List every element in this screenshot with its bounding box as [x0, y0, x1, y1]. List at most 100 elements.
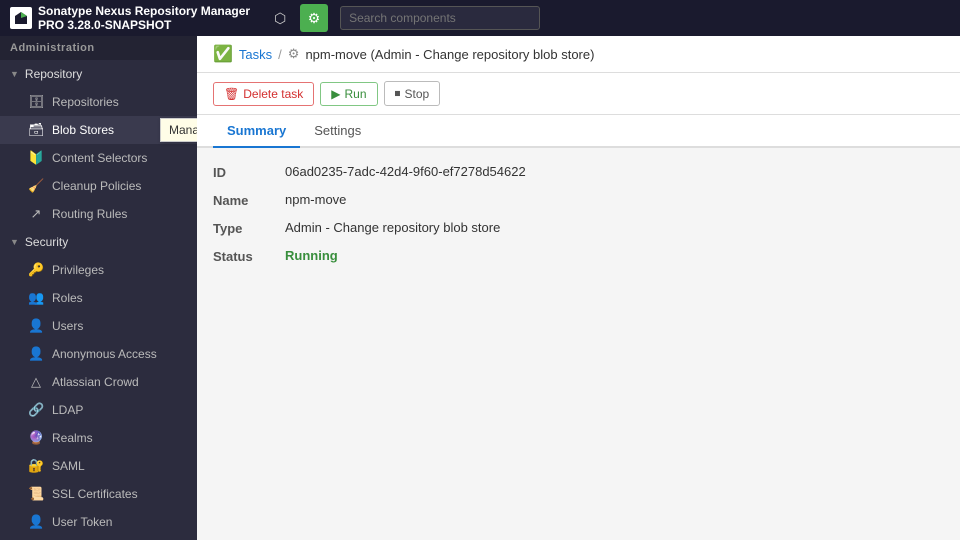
sidebar-item-label: Content Selectors [52, 151, 147, 165]
sidebar-item-blob-stores[interactable]: 🗃 Blob Stores Manage blob stores [0, 116, 197, 144]
sidebar: Administration ▼ Repository 🗄 Repositori… [0, 36, 197, 540]
id-label: ID [213, 164, 273, 180]
blob-stores-icon: 🗃 [28, 122, 44, 138]
run-label: Run [345, 87, 367, 101]
sidebar-item-label: Cleanup Policies [52, 179, 141, 193]
ssl-icon: 📜 [28, 486, 44, 502]
sidebar-item-label: SAML [52, 459, 85, 473]
type-label: Type [213, 220, 273, 236]
privileges-icon: 🔑 [28, 262, 44, 278]
tab-summary[interactable]: Summary [213, 115, 300, 148]
sidebar-item-routing-rules[interactable]: ↗ Routing Rules [0, 200, 197, 228]
stop-label: Stop [405, 87, 430, 101]
sidebar-item-label: Roles [52, 291, 83, 305]
sidebar-item-label: LDAP [52, 403, 83, 417]
run-button[interactable]: ▶ Run [320, 82, 377, 106]
tab-settings[interactable]: Settings [300, 115, 375, 148]
id-value: 06ad0235-7adc-42d4-9f60-ef7278d54622 [285, 164, 526, 179]
routing-rules-icon: ↗ [28, 206, 44, 222]
sidebar-item-repositories[interactable]: 🗄 Repositories [0, 88, 197, 116]
sidebar-item-label: SSL Certificates [52, 487, 138, 501]
tab-settings-label: Settings [314, 123, 361, 138]
field-status-row: Status Running [213, 248, 944, 264]
sidebar-item-users[interactable]: 👤 Users [0, 312, 197, 340]
sidebar-item-label: Routing Rules [52, 207, 127, 221]
repository-group-label: Repository [25, 67, 82, 81]
blob-stores-tooltip: Manage blob stores [160, 118, 197, 142]
version-text: PRO 3.28.0-SNAPSHOT [38, 18, 250, 32]
sidebar-item-ssl-certificates[interactable]: 📜 SSL Certificates [0, 480, 197, 508]
sidebar-item-label: Realms [52, 431, 93, 445]
main-content: ✅ Tasks / ⚙ npm-move (Admin - Change rep… [197, 36, 960, 540]
admin-header: Administration [0, 36, 197, 60]
sidebar-item-label: Repositories [52, 95, 119, 109]
caret-down-icon: ▼ [10, 237, 19, 247]
breadcrumb-separator: / [278, 47, 282, 62]
run-icon: ▶ [331, 87, 340, 101]
tab-summary-label: Summary [227, 123, 286, 138]
sidebar-group-repository: ▼ Repository 🗄 Repositories 🗃 Blob Store… [0, 60, 197, 228]
sidebar-item-atlassian-crowd[interactable]: △ Atlassian Crowd [0, 368, 197, 396]
search-area [340, 6, 950, 30]
product-name: Sonatype Nexus Repository Manager [38, 4, 250, 18]
field-id-row: ID 06ad0235-7adc-42d4-9f60-ef7278d54622 [213, 164, 944, 180]
roles-icon: 👥 [28, 290, 44, 306]
search-input[interactable] [340, 6, 540, 30]
tabs: Summary Settings [197, 115, 960, 148]
security-group-label: Security [25, 235, 68, 249]
realms-icon: 🔮 [28, 430, 44, 446]
sidebar-item-label: User Token [52, 515, 112, 529]
content-selectors-icon: 🔰 [28, 150, 44, 166]
atlassian-crowd-icon: △ [28, 374, 44, 390]
logo-text: Sonatype Nexus Repository Manager PRO 3.… [38, 4, 250, 32]
status-value: Running [285, 248, 338, 263]
status-label: Status [213, 248, 273, 264]
name-label: Name [213, 192, 273, 208]
breadcrumb-tasks-link[interactable]: Tasks [239, 47, 272, 62]
layout: Administration ▼ Repository 🗄 Repositori… [0, 36, 960, 540]
sidebar-item-label: Privileges [52, 263, 104, 277]
sidebar-item-cleanup-policies[interactable]: 🧹 Cleanup Policies [0, 172, 197, 200]
sidebar-item-privileges[interactable]: 🔑 Privileges [0, 256, 197, 284]
delete-task-button[interactable]: 🗑 Delete task [213, 82, 314, 106]
toolbar: 🗑 Delete task ▶ Run ⏹ Stop [197, 73, 960, 115]
sidebar-item-anonymous-access[interactable]: 👤 Anonymous Access [0, 340, 197, 368]
sidebar-item-label: Anonymous Access [52, 347, 157, 361]
users-icon: 👤 [28, 318, 44, 334]
name-value: npm-move [285, 192, 346, 207]
saml-icon: 🔐 [28, 458, 44, 474]
caret-down-icon: ▼ [10, 69, 19, 79]
sidebar-item-iq-server[interactable]: ⚙ IQ Server [0, 536, 197, 540]
sidebar-item-content-selectors[interactable]: 🔰 Content Selectors [0, 144, 197, 172]
sidebar-group-security-header[interactable]: ▼ Security [0, 228, 197, 256]
tasks-icon: ✅ [213, 44, 233, 64]
topbar: Sonatype Nexus Repository Manager PRO 3.… [0, 0, 960, 36]
cube-icon-btn[interactable]: ⬡ [266, 4, 294, 32]
user-token-icon: 👤 [28, 514, 44, 530]
sidebar-item-label: Blob Stores [52, 123, 114, 137]
sidebar-item-label: Users [52, 319, 83, 333]
logo-icon [10, 7, 32, 29]
sidebar-item-user-token[interactable]: 👤 User Token [0, 508, 197, 536]
topbar-icons: ⬡ ⚙ [266, 4, 328, 32]
type-value: Admin - Change repository blob store [285, 220, 500, 235]
logo: Sonatype Nexus Repository Manager PRO 3.… [10, 4, 250, 32]
sidebar-group-repository-header[interactable]: ▼ Repository [0, 60, 197, 88]
breadcrumb: ✅ Tasks / ⚙ npm-move (Admin - Change rep… [197, 36, 960, 73]
sidebar-item-ldap[interactable]: 🔗 LDAP [0, 396, 197, 424]
sidebar-item-realms[interactable]: 🔮 Realms [0, 424, 197, 452]
ldap-icon: 🔗 [28, 402, 44, 418]
sidebar-item-saml[interactable]: 🔐 SAML [0, 452, 197, 480]
sidebar-item-label: Atlassian Crowd [52, 375, 139, 389]
gear-icon-btn[interactable]: ⚙ [300, 4, 328, 32]
delete-task-label: Delete task [243, 87, 303, 101]
breadcrumb-task-icon: ⚙ [288, 46, 300, 62]
sidebar-group-security: ▼ Security 🔑 Privileges 👥 Roles 👤 Users … [0, 228, 197, 540]
field-type-row: Type Admin - Change repository blob stor… [213, 220, 944, 236]
stop-button[interactable]: ⏹ Stop [384, 81, 441, 106]
anonymous-access-icon: 👤 [28, 346, 44, 362]
cleanup-policies-icon: 🧹 [28, 178, 44, 194]
sidebar-item-roles[interactable]: 👥 Roles [0, 284, 197, 312]
breadcrumb-current: npm-move (Admin - Change repository blob… [305, 47, 594, 62]
trash-icon: 🗑 [224, 87, 239, 101]
